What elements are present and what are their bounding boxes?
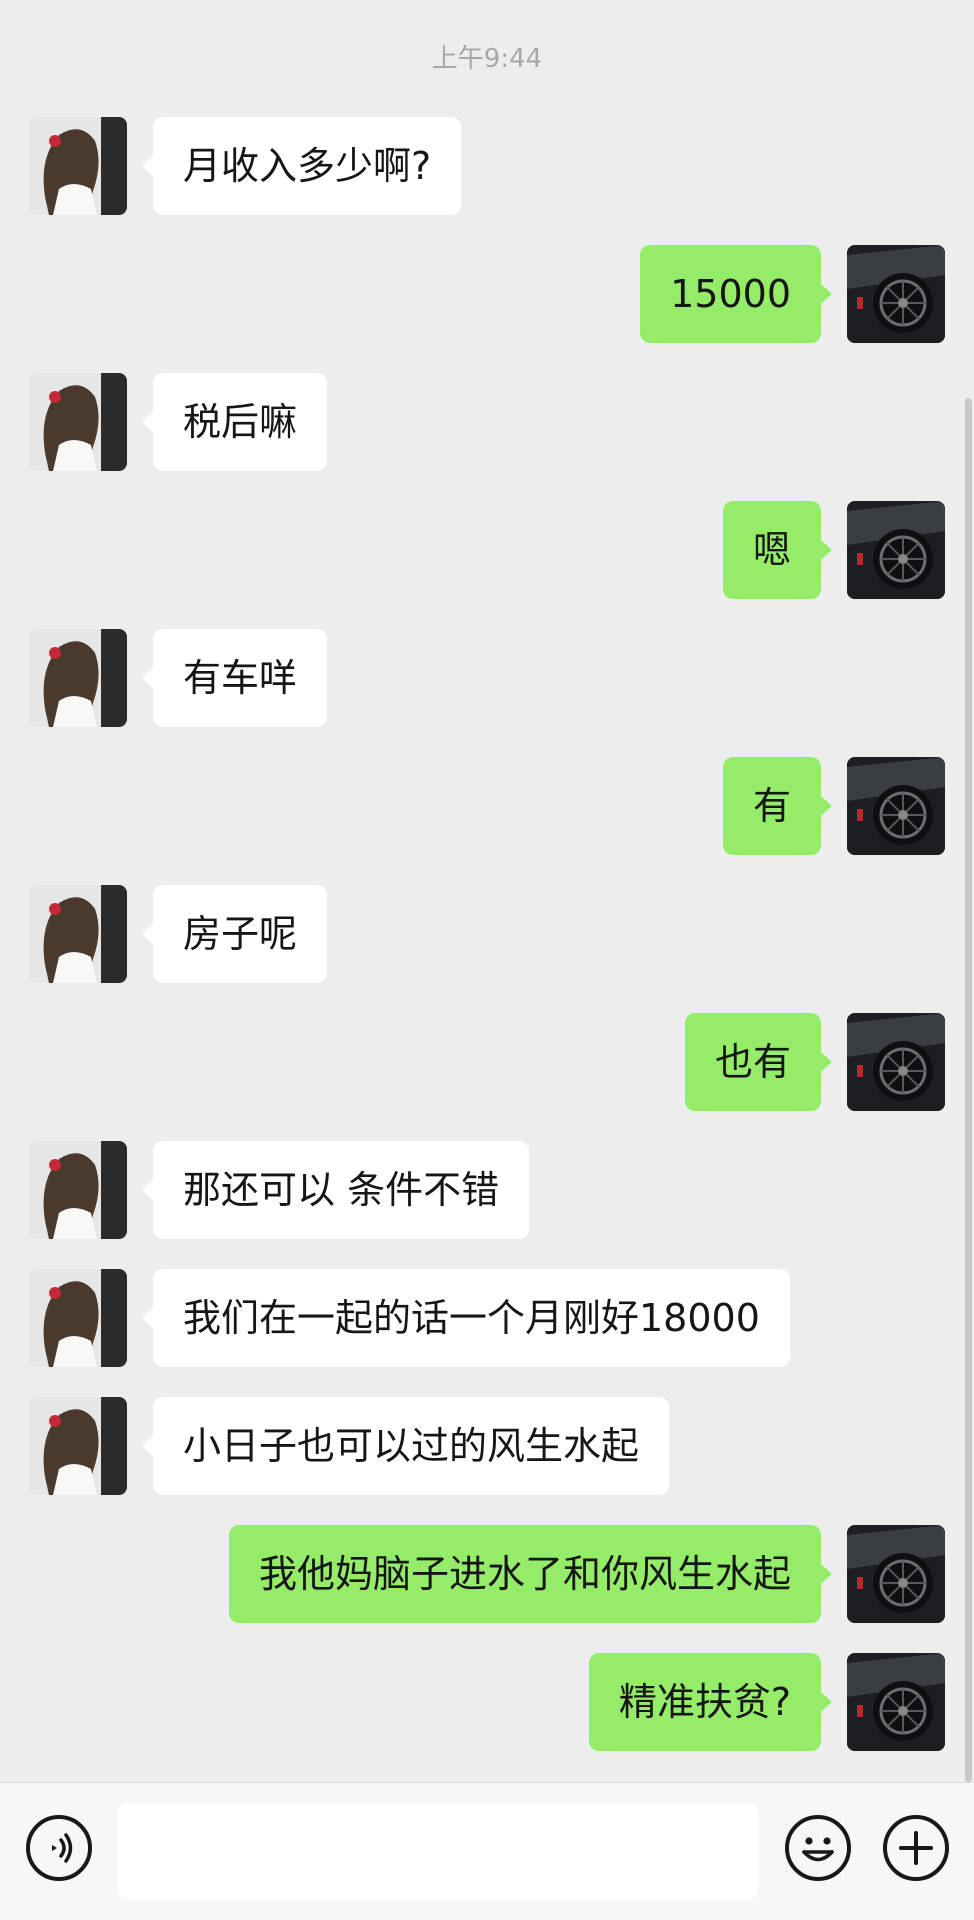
- contact-avatar[interactable]: [29, 885, 127, 983]
- outgoing-message-bubble[interactable]: 精准扶贫?: [588, 1653, 833, 1751]
- message-input[interactable]: [118, 1803, 758, 1899]
- user-avatar[interactable]: [847, 1653, 945, 1751]
- message-row-incoming: 小日子也可以过的风生水起: [0, 1397, 974, 1495]
- message-row-incoming: 房子呢: [0, 885, 974, 983]
- message-row-incoming: 月收入多少啊?: [0, 117, 974, 215]
- outgoing-message-bubble[interactable]: 嗯: [722, 501, 833, 599]
- chat-scrollbar[interactable]: [965, 398, 972, 1782]
- contact-avatar[interactable]: [29, 1141, 127, 1239]
- message-row-outgoing: 我他妈脑子进水了和你风生水起: [0, 1525, 974, 1623]
- outgoing-message-bubble[interactable]: 也有: [684, 1013, 833, 1111]
- message-row-outgoing: 精准扶贫?: [0, 1653, 974, 1751]
- outgoing-message-bubble[interactable]: 15000: [640, 245, 832, 343]
- incoming-message-bubble[interactable]: 小日子也可以过的风生水起: [141, 1397, 670, 1495]
- more-button[interactable]: [883, 1815, 949, 1881]
- plus-icon: [899, 1831, 933, 1865]
- incoming-message-bubble[interactable]: 我们在一起的话一个月刚好18000: [142, 1269, 790, 1367]
- voice-icon: [52, 1833, 73, 1863]
- outgoing-message-bubble[interactable]: 我他妈脑子进水了和你风生水起: [228, 1525, 833, 1623]
- message-row-outgoing: 有: [0, 757, 974, 855]
- contact-avatar[interactable]: [29, 629, 127, 727]
- user-avatar[interactable]: [847, 757, 945, 855]
- message-row-outgoing: 也有: [0, 1013, 974, 1111]
- contact-avatar[interactable]: [29, 117, 127, 215]
- message-row-incoming: 有车咩: [0, 629, 974, 727]
- message-timestamp: 上午9:44: [431, 44, 543, 74]
- message-row-outgoing: 15000: [0, 245, 974, 343]
- outgoing-message-bubble[interactable]: 有: [722, 757, 833, 855]
- input-bar: [0, 1782, 974, 1920]
- incoming-message-bubble[interactable]: 房子呢: [141, 885, 328, 983]
- message-row-outgoing: 嗯: [0, 501, 974, 599]
- emoji-button[interactable]: [785, 1815, 851, 1881]
- chat-area[interactable]: 上午9:44 月收入多少啊? 15000 税后嘛 嗯 有车咩 有 房子呢 也有 …: [0, 0, 974, 1782]
- incoming-message-bubble[interactable]: 有车咩: [141, 629, 328, 727]
- incoming-message-bubble[interactable]: 月收入多少啊?: [141, 117, 462, 215]
- user-avatar[interactable]: [847, 501, 945, 599]
- message-row-incoming: 税后嘛: [0, 373, 974, 471]
- message-row-incoming: 我们在一起的话一个月刚好18000: [0, 1269, 974, 1367]
- user-avatar[interactable]: [847, 245, 945, 343]
- contact-avatar[interactable]: [29, 373, 127, 471]
- contact-avatar[interactable]: [29, 1269, 127, 1367]
- user-avatar[interactable]: [847, 1013, 945, 1111]
- emoji-icon: [802, 1837, 834, 1862]
- incoming-message-bubble[interactable]: 税后嘛: [141, 373, 328, 471]
- voice-button[interactable]: [26, 1815, 92, 1881]
- user-avatar[interactable]: [847, 1525, 945, 1623]
- contact-avatar[interactable]: [29, 1397, 127, 1495]
- incoming-message-bubble[interactable]: 那还可以 条件不错: [141, 1141, 530, 1239]
- message-row-incoming: 那还可以 条件不错: [0, 1141, 974, 1239]
